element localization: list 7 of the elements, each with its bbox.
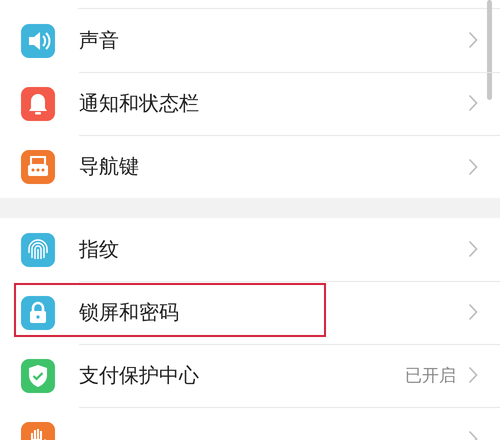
setting-label[interactable]: 指纹	[79, 236, 468, 262]
setting-label[interactable]: 声音	[79, 26, 468, 54]
setting-label[interactable]: 锁屏和密码	[79, 298, 468, 326]
setting-label[interactable]: 支付保护中心	[79, 362, 405, 388]
setting-label[interactable]: 通知和状态栏	[79, 90, 468, 116]
status-text: 已开启	[405, 364, 456, 386]
setting-label[interactable]: 导航键	[79, 153, 468, 180]
